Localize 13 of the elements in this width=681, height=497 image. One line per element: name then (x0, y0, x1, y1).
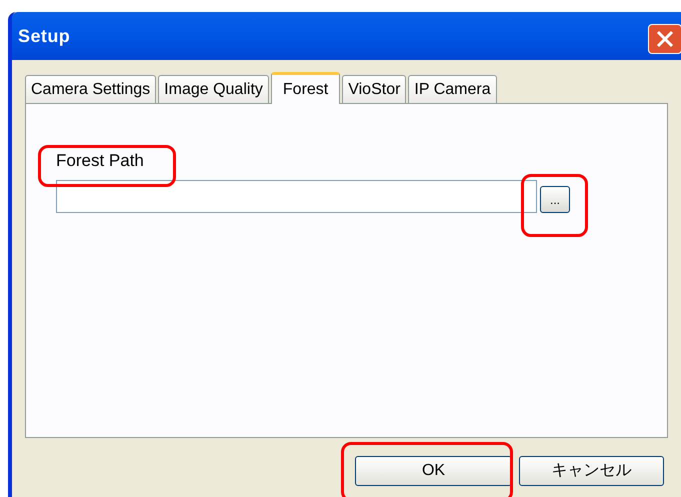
tab[interactable]: Image Quality (158, 75, 269, 103)
window-title: Setup (18, 24, 70, 48)
tab[interactable]: Forest (270, 72, 340, 104)
close-button[interactable] (648, 24, 681, 54)
dialog-button[interactable]: OK (355, 456, 512, 486)
close-icon (656, 30, 674, 48)
path-field[interactable] (56, 180, 537, 213)
tab[interactable]: IP Camera (408, 75, 497, 103)
browse-button[interactable]: ... (540, 186, 570, 213)
dialog-button[interactable]: キャンセル (519, 456, 664, 486)
tab[interactable]: VioStor (342, 75, 406, 103)
field-label: Forest Path (56, 151, 144, 170)
tab[interactable]: Camera Settings (25, 75, 156, 103)
